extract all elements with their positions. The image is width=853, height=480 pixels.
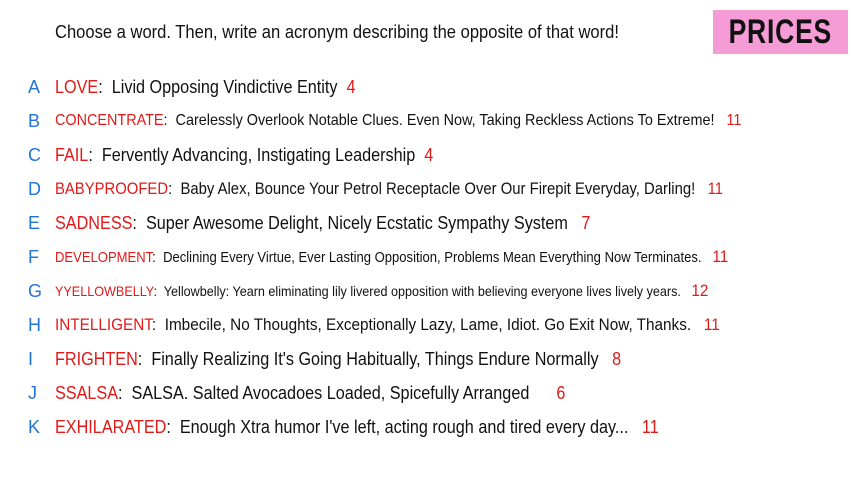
entry-word: BABYPROOFED [55,179,169,198]
entry-word: CONCENTRATE [55,112,164,129]
entry-line: BABYPROOFED: Baby Alex, Bounce Your Petr… [55,179,724,198]
entry-word: FAIL [55,144,89,165]
entry-acronym: Fervently Advancing, Instigating Leaders… [101,144,416,165]
list-item: J SSALSA: SALSA. Salted Avocadoes Loaded… [28,378,622,408]
entry-price: 7 [581,212,591,233]
list-item: I FRIGHTEN: Finally Realizing It's Going… [28,344,684,374]
entry-line: LOVE: Livid Opposing Vindictive Entity 4 [55,76,356,97]
entry-word: SSALSA [55,382,119,403]
entry-acronym: Declining Every Virtue, Ever Lasting Opp… [163,250,702,266]
entry-price: 11 [726,112,742,129]
entry-line: DEVELOPMENT: Declining Every Virtue, Eve… [55,247,729,266]
prompt-text: Choose a word. Then, write an acronym de… [55,22,619,42]
entry-letter: I [28,348,34,369]
entry-word: INTELLIGENT [55,315,152,334]
entry-price: 8 [612,348,622,369]
entry-price: 11 [641,416,659,437]
entry-letter: B [28,110,41,131]
entry-line: EXHILARATED: Enough Xtra humor I've left… [55,416,659,437]
entry-line: INTELLIGENT: Imbecile, No Thoughts, Exce… [55,315,720,334]
entry-acronym: Baby Alex, Bounce Your Petrol Receptacle… [180,179,696,198]
list-item: E SADNESS: Super Awesome Delight, Nicely… [28,208,650,238]
entry-acronym: Livid Opposing Vindictive Entity [111,76,338,97]
entry-acronym: Carelessly Overlook Notable Clues. Even … [175,112,715,129]
entry-price: 4 [424,144,434,165]
entry-price: 4 [346,76,356,97]
entry-acronym: Enough Xtra humor I've left, acting roug… [179,416,629,437]
entry-acronym: Yellowbelly: Yearn eliminating lily live… [163,283,681,299]
entry-letter: J [28,382,37,403]
entry-letter: G [28,280,43,301]
entry-letter: C [28,144,41,165]
entry-word: SADNESS [55,212,133,233]
entry-line: FAIL: Fervently Advancing, Instigating L… [55,144,434,165]
entry-letter: K [28,416,41,437]
entry-line: SADNESS: Super Awesome Delight, Nicely E… [55,212,591,233]
entry-letter: H [28,314,41,335]
entry-word: DEVELOPMENT [55,250,153,266]
entry-acronym: SALSA. Salted Avocadoes Loaded, Spiceful… [131,382,530,403]
list-item: K EXHILARATED: Enough Xtra humor I've le… [28,412,726,442]
entry-word: LOVE [55,76,99,97]
entry-line: YYELLOWBELLY: Yellowbelly: Yearn elimina… [55,281,709,300]
entry-line: FRIGHTEN: Finally Realizing It's Going H… [55,348,622,369]
entry-word: YYELLOWBELLY [55,283,154,299]
entry-letter: E [28,212,41,233]
entry-acronym: Super Awesome Delight, Nicely Ecstatic S… [145,212,568,233]
list-item: F DEVELOPMENT: Declining Every Virtue, E… [28,242,803,272]
list-item: H INTELLIGENT: Imbecile, No Thoughts, Ex… [28,310,794,340]
entry-acronym: Finally Realizing It's Going Habitually,… [151,348,599,369]
entry-word: EXHILARATED [55,416,167,437]
list-item: B CONCENTRATE: Carelessly Overlook Notab… [28,106,818,136]
entry-price: 6 [556,382,566,403]
entry-price: 11 [712,247,729,266]
entry-line: SSALSA: SALSA. Salted Avocadoes Loaded, … [55,382,566,403]
entry-letter: F [28,246,39,267]
entry-price: 12 [691,281,709,300]
entry-line: CONCENTRATE: Carelessly Overlook Notable… [55,112,742,129]
list-item: A LOVE: Livid Opposing Vindictive Entity… [28,72,389,102]
list-item: C FAIL: Fervently Advancing, Instigating… [28,140,475,170]
entry-acronym: Imbecile, No Thoughts, Exceptionally Laz… [164,315,692,334]
entry-letter: D [28,178,41,199]
list-item: D BABYPROOFED: Baby Alex, Bounce Your Pe… [28,174,797,204]
entry-letter: A [28,76,41,97]
entry-price: 11 [707,179,724,198]
list-item: G YYELLOWBELLY: Yellowbelly: Yearn elimi… [28,276,781,306]
prices-badge: PRICES [713,10,848,54]
prices-label: PRICES [728,12,833,51]
entry-word: FRIGHTEN [55,348,138,369]
entry-price: 11 [703,315,720,334]
